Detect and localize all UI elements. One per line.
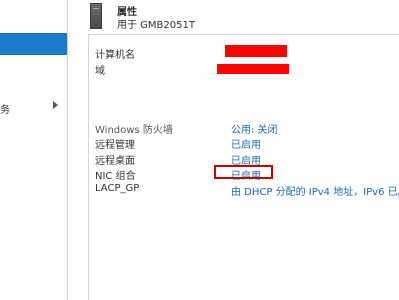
computer-name-redacted (225, 45, 287, 57)
remote-management-value-link[interactable]: 已启用 (231, 136, 261, 151)
firewall-value-link[interactable]: 公用: 关闭 (231, 121, 278, 136)
lacp-gp-label: LACP_GP (95, 183, 140, 194)
server-icon (90, 3, 102, 29)
properties-header: 属性 用于 GMB2051T (68, 0, 399, 34)
navigation-pane: 务 (0, 0, 67, 300)
properties-panel: 计算机名 域 Windows 防火墙 公用: 关闭 远程管理 已启用 远程桌面 … (88, 34, 399, 300)
remote-management-label: 远程管理 (95, 140, 135, 151)
domain-label: 域 (95, 66, 105, 77)
firewall-label: Windows 防火墙 (95, 125, 173, 136)
nav-item-label[interactable]: 务 (0, 101, 10, 116)
page-subtitle: 用于 GMB2051T (117, 20, 195, 31)
lacp-gp-value-link[interactable]: 由 DHCP 分配的 IPv4 地址，IPv6 已启 (231, 183, 399, 198)
nic-teaming-highlight (214, 165, 273, 179)
nic-teaming-label: NIC 组合 (95, 171, 136, 182)
remote-desktop-label: 远程桌面 (95, 156, 135, 167)
expand-arrow-icon[interactable] (53, 101, 58, 109)
domain-redacted (217, 64, 289, 74)
nav-item-selected[interactable] (0, 33, 67, 55)
pane-divider (67, 0, 68, 300)
computer-name-label: 计算机名 (95, 50, 135, 61)
